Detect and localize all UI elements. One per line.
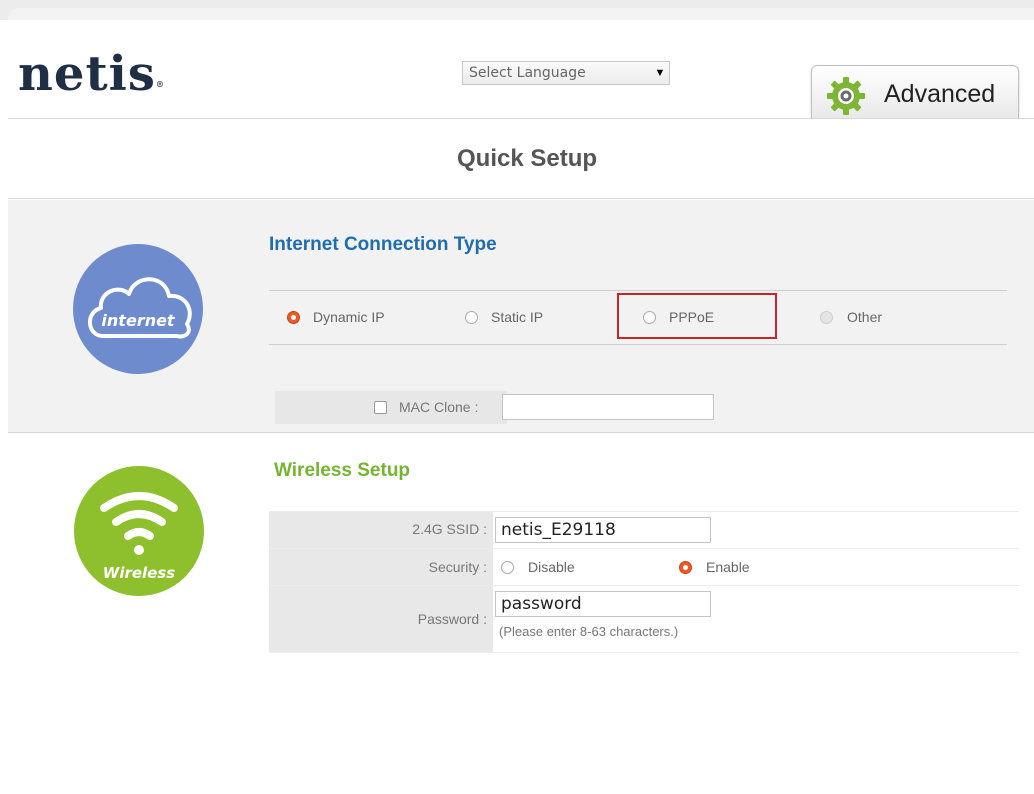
wireless-icon: Wireless (74, 466, 204, 596)
page-frame-edge (8, 8, 1034, 20)
label-security-disable[interactable]: Disable (528, 559, 575, 575)
password-label: Password : (269, 586, 493, 652)
language-select-value: Select Language (469, 65, 586, 81)
browser-top-strip (0, 0, 1034, 20)
ssid-row: 2.4G SSID : (269, 511, 1019, 549)
ssid-label: 2.4G SSID : (269, 512, 493, 548)
section-title-wireless: Wireless Setup (274, 460, 411, 481)
divider (8, 198, 1034, 199)
mac-clone-row: MAC Clone : (275, 391, 507, 424)
security-label: Security : (269, 549, 493, 585)
label-security-enable[interactable]: Enable (706, 559, 750, 575)
dropdown-arrow-icon: ▼ (654, 67, 666, 79)
page-title: Quick Setup (456, 145, 598, 172)
internet-icon-label: internet (101, 311, 176, 330)
label-pppoe[interactable]: PPPoE (669, 309, 714, 325)
password-input[interactable] (495, 591, 711, 617)
logo-text: netis (18, 46, 156, 102)
wireless-icon-label: Wireless (103, 564, 176, 582)
advanced-button[interactable]: Advanced (811, 65, 1019, 125)
radio-other (820, 311, 833, 324)
registered-mark: ® (155, 79, 165, 89)
mac-clone-checkbox[interactable] (374, 401, 387, 414)
label-dynamic-ip[interactable]: Dynamic IP (313, 309, 385, 325)
gear-icon (827, 77, 865, 115)
netis-logo: netis® (18, 46, 165, 102)
wireless-setup-section: Wireless Wireless Setup 2.4G SSID : Secu… (0, 433, 1034, 794)
advanced-button-label: Advanced (884, 80, 996, 108)
cloud-icon: internet (88, 277, 192, 339)
mac-clone-input[interactable] (502, 394, 714, 420)
section-title-internet: Internet Connection Type (269, 234, 497, 255)
internet-connection-section: internet Internet Connection Type Dynami… (8, 200, 1034, 432)
internet-cloud-icon: internet (73, 244, 203, 374)
wireless-settings-table: 2.4G SSID : Security : Disable Enable Pa… (269, 511, 1019, 653)
radio-pppoe[interactable] (643, 311, 656, 324)
connection-type-options: Dynamic IP Static IP PPPoE Other (269, 290, 1007, 345)
radio-security-disable[interactable] (501, 561, 514, 574)
ssid-input[interactable] (495, 517, 711, 543)
title-bar: Quick Setup (0, 119, 1034, 199)
mac-clone-label: MAC Clone : (399, 399, 479, 415)
label-static-ip[interactable]: Static IP (491, 309, 543, 325)
label-other: Other (847, 309, 883, 325)
password-hint: (Please enter 8-63 characters.) (499, 624, 679, 639)
wifi-icon: Wireless (100, 492, 178, 582)
password-row: Password : (Please enter 8-63 characters… (269, 586, 1019, 653)
radio-static-ip[interactable] (465, 311, 478, 324)
radio-security-enable[interactable] (679, 561, 692, 574)
header: netis® Select Language ▼ Advanced (0, 20, 1034, 125)
language-select[interactable]: Select Language ▼ (462, 61, 670, 85)
security-row: Security : Disable Enable (269, 549, 1019, 586)
radio-dynamic-ip[interactable] (287, 311, 300, 324)
